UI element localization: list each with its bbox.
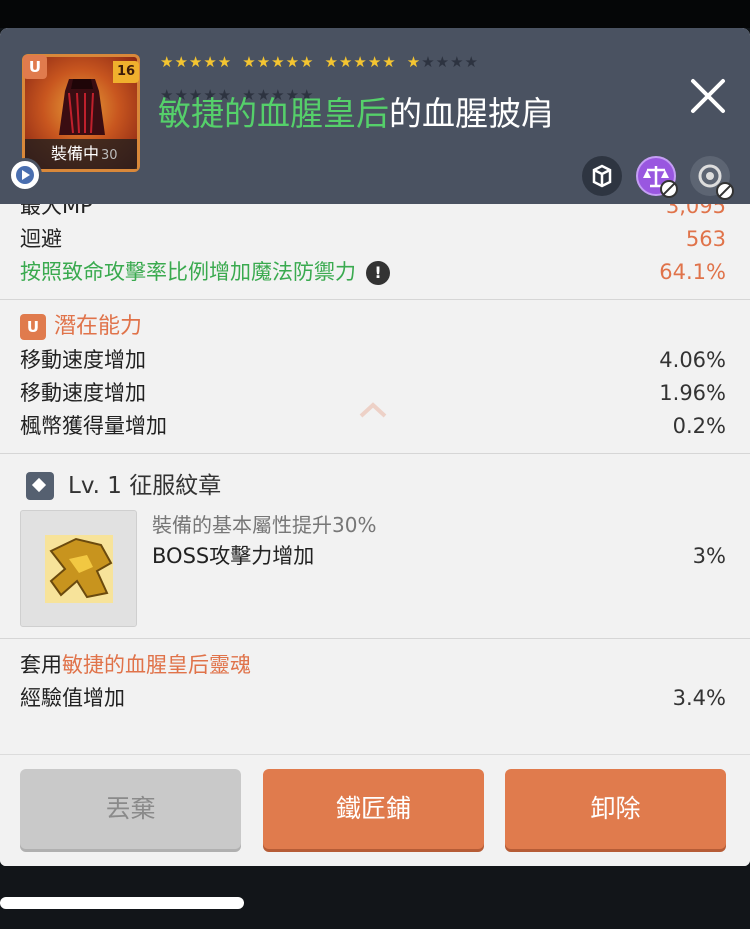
close-icon[interactable]	[688, 76, 728, 116]
scale-icon[interactable]	[636, 156, 678, 198]
item-stats-list[interactable]: 最大MP 3,095 迴避 563 按照致命攻擊率比例增加魔法防禦力! 64.1…	[0, 204, 750, 754]
box-icon[interactable]	[582, 156, 622, 196]
potential-label: 移動速度增加	[20, 348, 146, 372]
soul-stat-label: 經驗值增加	[20, 686, 125, 710]
potential-line: 移動速度增加 4.06%	[0, 344, 750, 377]
item-header: U 16 裝備中 30 ★★★★★ ★★★★★ ★★★★★ ★★★★★ ★★★★★ ★★★…	[0, 28, 750, 204]
item-name-rest: 的血腥披肩	[389, 94, 554, 133]
soul-stat-value: 3.4%	[672, 686, 726, 710]
refresh-icon[interactable]	[690, 156, 734, 200]
unique-badge: U	[20, 314, 46, 340]
stat-label: 最大MP	[20, 204, 93, 218]
stat-row-magic-defense: 按照致命攻擊率比例增加魔法防禦力! 64.1%	[0, 256, 750, 289]
info-icon[interactable]: !	[366, 261, 390, 285]
stat-value: 563	[685, 227, 726, 251]
soul-title: 套用敏捷的血腥皇后靈魂	[20, 649, 251, 682]
equipped-number: 30	[101, 148, 118, 163]
stat-label: 迴避	[20, 227, 62, 251]
item-name: 敏捷的血腥皇后的血腥披肩	[158, 90, 554, 138]
star-level-badge: 16	[113, 61, 139, 83]
potential-value: 4.06%	[659, 348, 726, 372]
stars-row-1: ★★★★★ ★★★★★ ★★★★★ ★★★★★	[160, 53, 479, 71]
blacksmith-button[interactable]: 鐵匠鋪	[263, 769, 484, 849]
soul-stat-row: 經驗值增加 3.4%	[0, 682, 750, 715]
cube-icon	[592, 164, 612, 188]
equipped-tag: 裝備中 30	[25, 139, 137, 169]
divider	[0, 299, 750, 300]
potential-line: 楓幣獲得量增加 0.2%	[0, 410, 750, 443]
item-icon-frame[interactable]: U 16 裝備中 30	[22, 54, 140, 172]
stat-label: 按照致命攻擊率比例增加魔法防禦力!	[20, 256, 390, 289]
unique-badge: U	[23, 55, 47, 79]
divider	[0, 638, 750, 639]
potential-value: 1.96%	[659, 381, 726, 405]
emblem-title: Lv. 1 征服紋章	[68, 473, 222, 499]
emblem-body: 裝備的基本屬性提升30% BOSS攻擊力增加 3%	[0, 508, 750, 628]
emblem-description: 裝備的基本屬性提升30%	[152, 513, 377, 537]
potential-line: 移動速度增加 1.96%	[0, 377, 750, 410]
emblem-stat-label: BOSS攻擊力增加	[152, 544, 315, 568]
equipped-label: 裝備中	[51, 144, 100, 163]
unequip-button[interactable]: 卸除	[505, 769, 726, 849]
soul-name: 敏捷的血腥皇后靈魂	[62, 653, 251, 677]
potential-label: 楓幣獲得量增加	[20, 414, 167, 438]
emblem-header: Lv. 1 征服紋章	[0, 464, 750, 508]
disabled-icon	[716, 182, 734, 200]
emblem-image-frame[interactable]	[20, 510, 137, 627]
soul-header: 套用敏捷的血腥皇后靈魂	[0, 649, 750, 682]
stat-label-text: 按照致命攻擊率比例增加魔法防禦力	[20, 260, 356, 284]
emblem-stat-value: 3%	[692, 544, 726, 568]
divider	[0, 453, 750, 454]
disabled-icon	[660, 180, 678, 198]
star-force-rating: ★★★★★ ★★★★★ ★★★★★ ★★★★★ ★★★★★ ★★★★★	[160, 53, 580, 103]
cape-icon	[59, 79, 105, 135]
stat-value: 3,095	[665, 204, 726, 218]
play-button[interactable]	[8, 158, 42, 192]
stat-row-max-mp: 最大MP 3,095	[0, 204, 750, 223]
stat-row-evasion: 迴避 563	[0, 223, 750, 256]
potential-value: 0.2%	[672, 414, 726, 438]
discard-button[interactable]: 丟棄	[20, 769, 241, 849]
potential-title: 潛在能力	[54, 314, 143, 339]
stat-value: 64.1%	[659, 260, 726, 284]
play-icon	[16, 166, 34, 184]
item-detail-panel: U 16 裝備中 30 ★★★★★ ★★★★★ ★★★★★ ★★★★★ ★★★★★ ★★★…	[0, 28, 750, 866]
soul-prefix: 套用	[20, 653, 62, 677]
potential-label: 移動速度增加	[20, 381, 146, 405]
item-name-prefix: 敏捷的血腥皇后	[158, 94, 389, 133]
diamond-icon	[26, 472, 54, 500]
potential-header: U 潛在能力	[0, 310, 750, 344]
action-bar: 丟棄 鐵匠鋪 卸除	[0, 754, 750, 866]
dragon-emblem-icon	[45, 535, 113, 603]
status-bar	[0, 0, 750, 28]
home-indicator[interactable]	[0, 897, 244, 909]
